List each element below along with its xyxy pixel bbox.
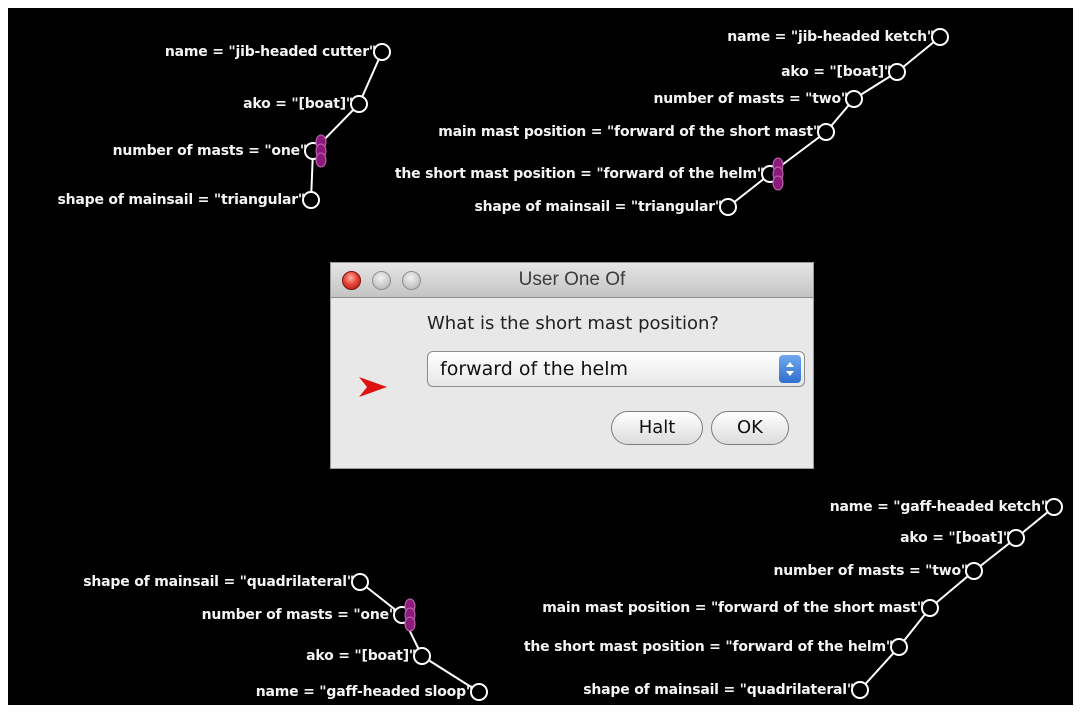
- hollow-circle-icon[interactable]: [413, 647, 431, 665]
- frame-slot-label: ako = "[boat]": [900, 530, 1010, 546]
- hollow-circle-icon[interactable]: [351, 573, 369, 591]
- ok-button[interactable]: OK: [711, 411, 789, 445]
- dialog-titlebar[interactable]: User One Of: [331, 263, 813, 298]
- short-mast-position-select[interactable]: forward of the helm: [427, 351, 805, 387]
- magenta-bead-icon: [315, 134, 327, 168]
- hollow-circle-icon[interactable]: [719, 198, 737, 216]
- hollow-circle-icon[interactable]: [470, 683, 488, 701]
- frame-slot-label: number of masts = "one": [112, 143, 308, 159]
- hollow-circle-icon[interactable]: [1007, 529, 1025, 547]
- frame-slot-label: shape of mainsail = "quadrilateral": [583, 682, 854, 698]
- frame-slot-label: number of masts = "two": [773, 563, 968, 579]
- frame-slot-label: shape of mainsail = "triangular": [57, 192, 305, 208]
- frame-slot-label: name = "gaff-headed sloop": [255, 684, 473, 700]
- hollow-circle-icon[interactable]: [373, 43, 391, 61]
- graph-canvas: name = "jib-headed cutter" ako = "[boat]"…: [8, 8, 1073, 705]
- frame-slot-label: ako = "[boat]": [306, 648, 416, 664]
- halt-button[interactable]: Halt: [611, 411, 703, 445]
- hollow-circle-icon[interactable]: [1045, 498, 1063, 516]
- hollow-circle-icon[interactable]: [888, 63, 906, 81]
- hollow-circle-icon[interactable]: [851, 681, 869, 699]
- frame-slot-label: the short mast position = "forward of th…: [523, 639, 893, 655]
- selected-option-text: forward of the helm: [440, 358, 628, 380]
- frame-slot-label: ako = "[boat]": [243, 96, 353, 112]
- user-one-of-dialog: User One Of What is the short mast posit…: [330, 262, 814, 469]
- hollow-circle-icon[interactable]: [845, 90, 863, 108]
- frame-slot-label: the short mast position = "forward of th…: [394, 166, 764, 182]
- hollow-circle-icon[interactable]: [817, 123, 835, 141]
- red-arrow-icon: [359, 377, 387, 397]
- frame-slot-label: main mast position = "forward of the sho…: [438, 124, 820, 140]
- frame-slot-label: shape of mainsail = "triangular": [474, 199, 722, 215]
- magenta-bead-icon: [404, 598, 416, 632]
- frame-slot-label: shape of mainsail = "quadrilateral": [83, 574, 354, 590]
- hollow-circle-icon[interactable]: [890, 638, 908, 656]
- frame-slot-label: ako = "[boat]": [781, 64, 891, 80]
- question-label: What is the short mast position?: [427, 313, 719, 334]
- magenta-bead-icon: [772, 157, 784, 191]
- frame-slot-label: name = "jib-headed cutter": [164, 44, 376, 60]
- frame-slot-label: number of masts = "one": [201, 607, 397, 623]
- frame-slot-label: name = "gaff-headed ketch": [829, 499, 1048, 515]
- hollow-circle-icon[interactable]: [965, 562, 983, 580]
- hollow-circle-icon[interactable]: [921, 599, 939, 617]
- hollow-circle-icon[interactable]: [931, 28, 949, 46]
- hollow-circle-icon[interactable]: [350, 95, 368, 113]
- frame-slot-label: number of masts = "two": [653, 91, 848, 107]
- select-stepper-icon[interactable]: [779, 355, 801, 383]
- frame-slot-label: main mast position = "forward of the sho…: [542, 600, 924, 616]
- hollow-circle-icon[interactable]: [302, 191, 320, 209]
- frame-slot-label: name = "jib-headed ketch": [727, 29, 934, 45]
- dialog-title: User One Of: [518, 269, 626, 290]
